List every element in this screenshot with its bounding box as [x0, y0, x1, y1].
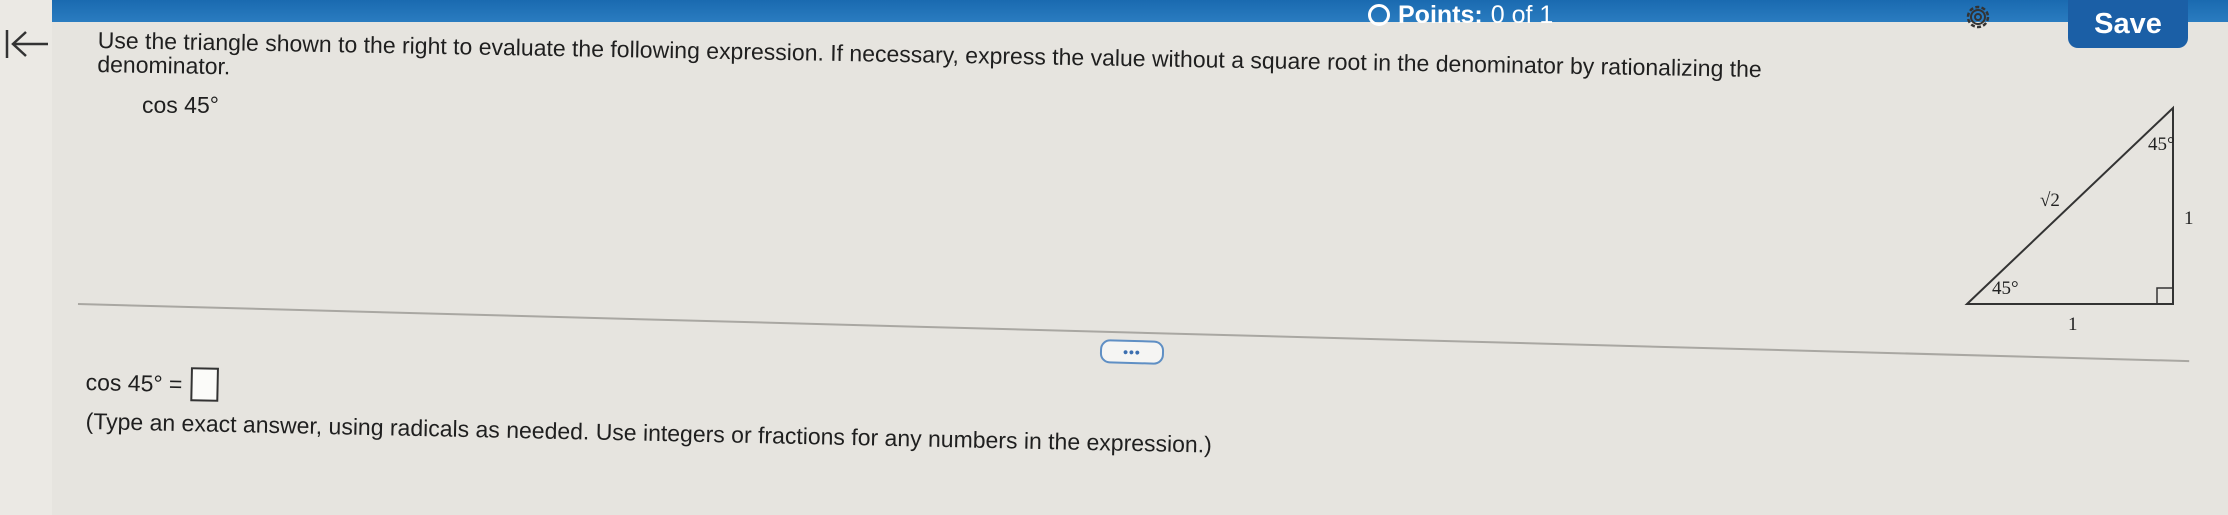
top-angle-label: 45°	[2148, 134, 2175, 155]
points-label: Points:	[1398, 0, 1483, 29]
base-label: 1	[2068, 314, 2078, 335]
points-indicator: Points: 0 of 1	[1368, 0, 1553, 30]
answer-row: cos 45° =	[85, 365, 219, 402]
more-options-button[interactable]: •••	[1099, 339, 1165, 365]
left-rail	[0, 0, 52, 515]
points-value: 0 of 1	[1490, 0, 1554, 29]
gear-icon[interactable]	[1963, 2, 1993, 32]
answer-input[interactable]	[190, 367, 219, 402]
side-label: 1	[2184, 208, 2194, 229]
expression: cos 45°	[142, 92, 219, 118]
bottom-angle-label: 45°	[1992, 278, 2019, 299]
save-button[interactable]: Save	[2068, 0, 2188, 48]
circle-icon	[1368, 4, 1390, 26]
back-to-start-icon[interactable]	[4, 26, 50, 62]
answer-prefix: cos 45° =	[85, 368, 183, 397]
hypotenuse-label: √2	[2040, 190, 2060, 211]
question-text: Use the triangle shown to the right to e…	[97, 27, 1858, 107]
answer-hint: (Type an exact answer, using radicals as…	[85, 408, 1213, 458]
top-bar	[0, 0, 2228, 22]
